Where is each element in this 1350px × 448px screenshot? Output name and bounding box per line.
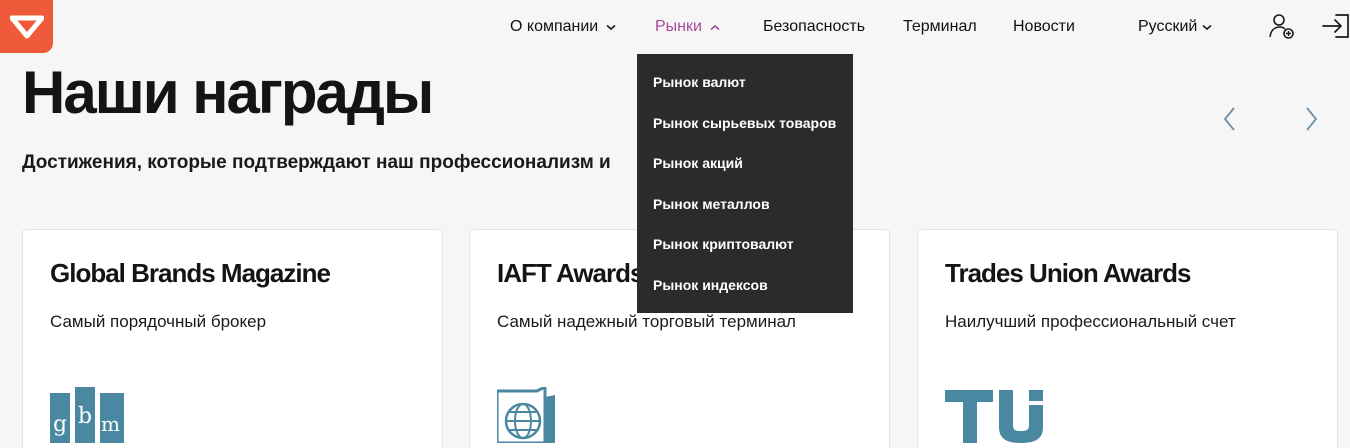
menu-item-commodities[interactable]: Рынок сырьевых товаров <box>637 103 853 144</box>
menu-item-metals[interactable]: Рынок металлов <box>637 184 853 225</box>
brand-logo[interactable] <box>0 0 53 53</box>
nav-news[interactable]: Новости <box>1013 18 1075 36</box>
markets-dropdown-menu: Рынок валют Рынок сырьевых товаров Рынок… <box>637 54 853 313</box>
nav-about-label: О компании <box>510 18 599 35</box>
language-label: Русский <box>1138 18 1198 35</box>
carousel-next-button[interactable] <box>1297 104 1327 134</box>
nav-security[interactable]: Безопасность <box>763 18 865 36</box>
checkmark-logo-icon <box>9 15 44 38</box>
nav-markets-label: Рынки <box>655 18 702 35</box>
sign-in-icon[interactable] <box>1322 12 1350 40</box>
chevron-down-icon <box>1202 24 1212 30</box>
nav-terminal-label: Терминал <box>903 18 977 35</box>
nav-markets[interactable]: Рынки <box>655 18 720 36</box>
nav-terminal[interactable]: Терминал <box>903 18 977 36</box>
menu-item-stocks[interactable]: Рынок акций <box>637 143 853 184</box>
carousel-prev-button[interactable] <box>1214 104 1244 134</box>
chevron-left-icon <box>1223 107 1235 131</box>
award-card: Global Brands Magazine Самый порядочный … <box>22 229 443 448</box>
award-description: Самый порядочный брокер <box>50 312 267 331</box>
menu-item-indices[interactable]: Рынок индексов <box>637 265 853 306</box>
add-user-icon[interactable] <box>1268 12 1296 40</box>
svg-text:m: m <box>101 412 120 436</box>
menu-item-forex[interactable]: Рынок валют <box>637 62 853 103</box>
page-title: Наши награды <box>22 59 434 126</box>
menu-item-crypto[interactable]: Рынок криптовалют <box>637 224 853 265</box>
award-description: Наилучший профессиональный счет <box>945 312 1236 331</box>
iaft-globe-logo <box>497 387 555 443</box>
tu-logo <box>945 390 1043 443</box>
language-select[interactable]: Русский <box>1138 18 1212 36</box>
award-title: Global Brands Magazine <box>50 258 331 288</box>
award-description: Самый надежный торговый терминал <box>497 312 796 331</box>
chevron-up-icon <box>710 24 720 30</box>
page-subtitle: Достижения, которые подтверждают наш про… <box>22 152 611 173</box>
nav-about[interactable]: О компании <box>510 18 616 36</box>
gbm-logo-text: g <box>53 412 67 437</box>
award-title: IAFT Awards <box>497 258 644 288</box>
nav-news-label: Новости <box>1013 18 1075 35</box>
nav-security-label: Безопасность <box>763 18 866 35</box>
award-title: Trades Union Awards <box>945 258 1191 288</box>
svg-text:b: b <box>78 404 92 429</box>
chevron-right-icon <box>1306 107 1318 131</box>
award-card: Trades Union Awards Наилучший профессион… <box>917 229 1338 448</box>
chevron-down-icon <box>606 24 616 30</box>
gbm-logo: g b m <box>50 387 124 443</box>
